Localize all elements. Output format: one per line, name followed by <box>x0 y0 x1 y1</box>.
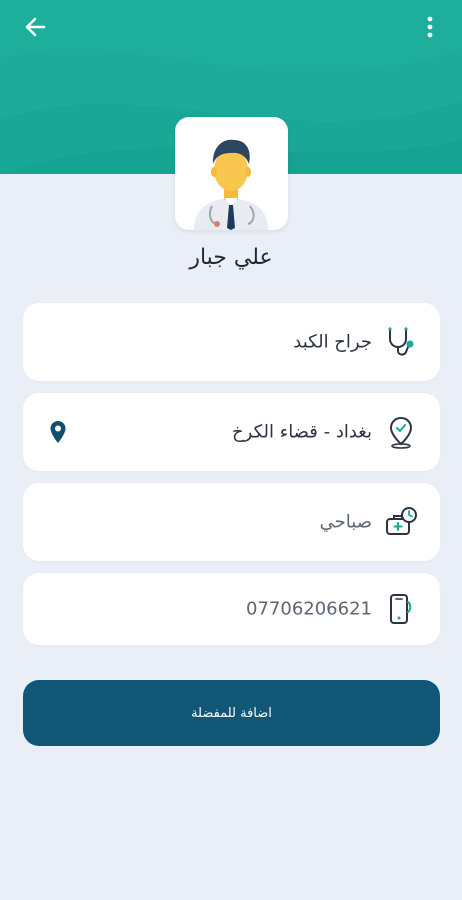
location-card: بغداد - قضاء الكرخ <box>23 393 440 471</box>
location-pin-outline-icon <box>389 416 413 449</box>
phone-card[interactable]: 07706206621 <box>23 573 440 645</box>
stethoscope-icon <box>388 327 414 356</box>
more-vertical-icon <box>427 16 433 38</box>
add-to-favorites-button[interactable]: اضافة للمفضلة <box>23 680 440 746</box>
location-text: بغداد - قضاء الكرخ <box>232 421 372 443</box>
doctor-avatar-icon <box>194 139 268 230</box>
avatar <box>175 117 288 230</box>
back-button[interactable] <box>20 12 50 42</box>
doctor-name: علي جبار <box>189 245 273 270</box>
specialty-card: جراح الكبد <box>23 303 440 381</box>
arrow-left-icon <box>25 17 46 37</box>
shift-card: صباحي <box>23 483 440 561</box>
phone-text: 07706206621 <box>246 598 372 620</box>
shift-text: صباحي <box>319 511 372 533</box>
map-pin-icon[interactable] <box>49 420 67 444</box>
doctor-bag-clock-icon <box>386 507 417 535</box>
phone-icon <box>390 594 412 624</box>
specialty-text: جراح الكبد <box>293 331 372 353</box>
more-options-button[interactable] <box>420 12 440 42</box>
